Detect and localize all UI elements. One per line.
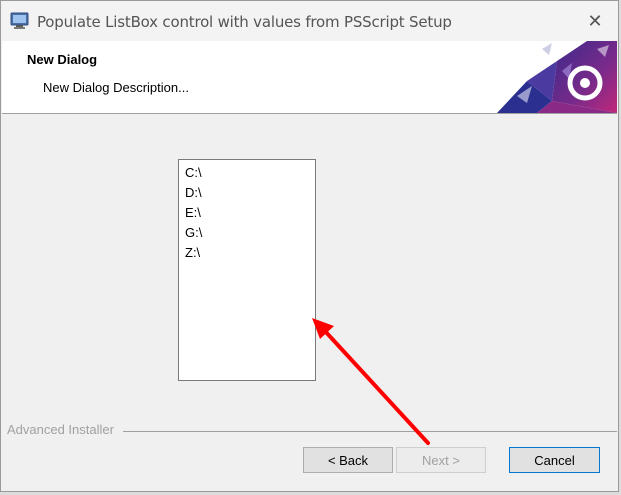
list-item[interactable]: Z:\ [185, 245, 200, 261]
cancel-button[interactable]: Cancel [509, 447, 600, 473]
dialog-description: New Dialog Description... [43, 80, 189, 95]
window-title: Populate ListBox control with values fro… [37, 13, 452, 31]
close-icon: ✕ [587, 10, 603, 31]
back-button[interactable]: < Back [303, 447, 393, 473]
footer-divider [123, 431, 617, 432]
next-button[interactable]: Next > [396, 447, 486, 473]
installer-app-icon [10, 12, 29, 29]
list-item[interactable]: E:\ [185, 205, 201, 221]
header-banner-graphic [497, 41, 617, 113]
dialog-title: New Dialog [27, 52, 98, 67]
list-item[interactable]: D:\ [185, 185, 202, 201]
close-button[interactable]: ✕ [572, 1, 618, 41]
drives-listbox[interactable]: C:\ D:\ E:\ G:\ Z:\ [178, 159, 316, 381]
advanced-installer-brand-label: Advanced Installer [7, 422, 114, 437]
setup-dialog-window: Populate ListBox control with values fro… [0, 0, 619, 492]
list-item[interactable]: C:\ [185, 165, 202, 181]
dialog-header: New Dialog New Dialog Description... [2, 41, 617, 114]
list-item[interactable]: G:\ [185, 225, 202, 241]
title-bar[interactable]: Populate ListBox control with values fro… [1, 1, 618, 41]
